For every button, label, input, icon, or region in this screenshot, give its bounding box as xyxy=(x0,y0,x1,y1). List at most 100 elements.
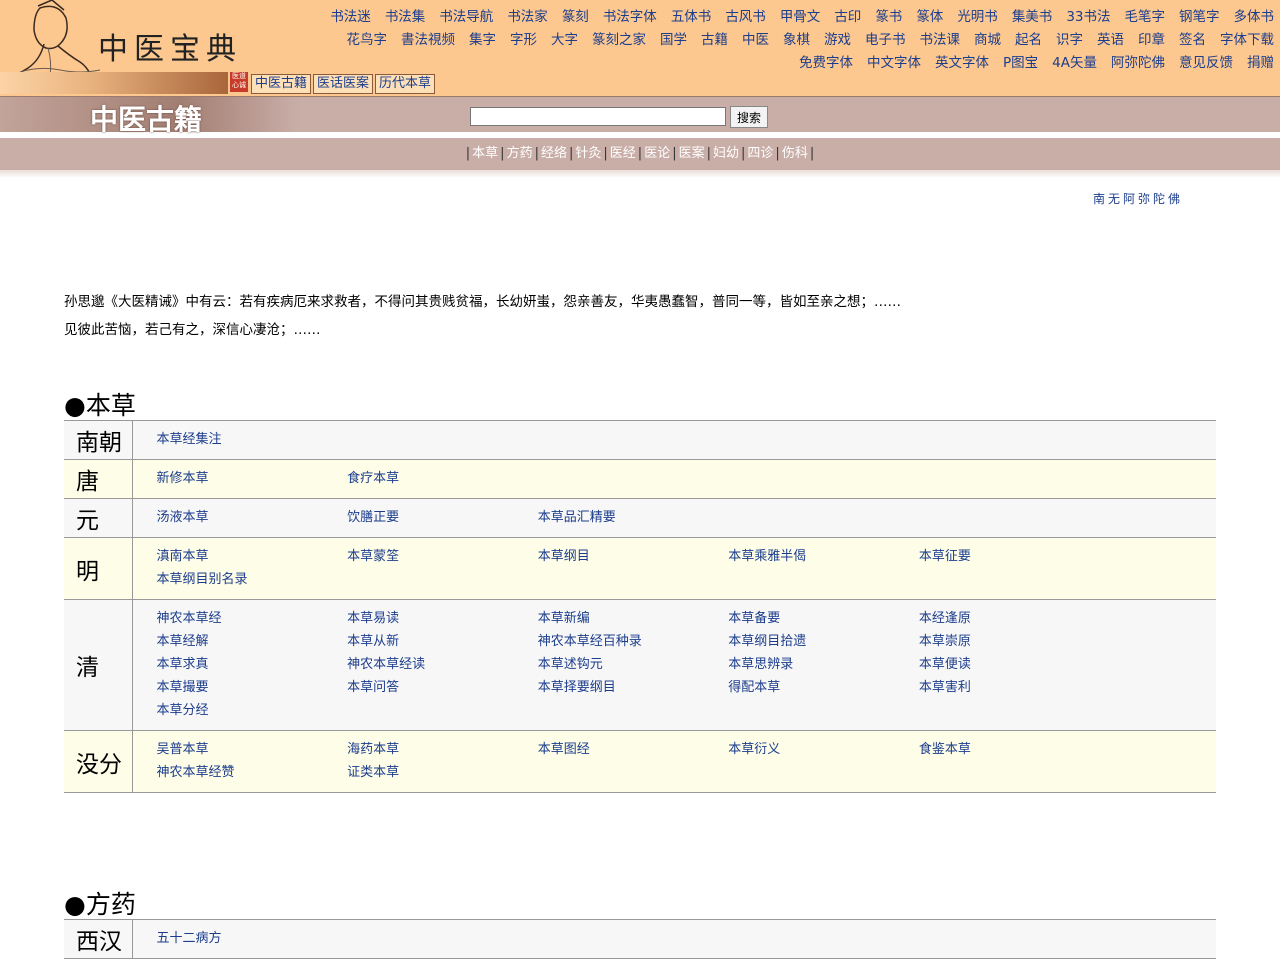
top-nav-link[interactable]: 印章 xyxy=(1138,32,1165,48)
book-link[interactable]: 本草经解 xyxy=(157,633,348,651)
book-link[interactable]: 本草择要纲目 xyxy=(538,679,729,697)
top-nav-link[interactable]: 光明书 xyxy=(957,9,998,25)
book-link[interactable]: 海药本草 xyxy=(347,741,538,759)
book-link[interactable]: 本草从新 xyxy=(347,633,538,651)
tab-zhongyi-guji[interactable]: 中医古籍 xyxy=(251,74,312,94)
top-nav-link[interactable]: 阿弥陀佛 xyxy=(1111,55,1165,71)
top-nav-link[interactable]: 古风书 xyxy=(725,9,766,25)
category-link[interactable]: 医论 xyxy=(644,146,670,161)
top-nav-link[interactable]: 集字 xyxy=(469,32,496,48)
book-link[interactable]: 本草易读 xyxy=(347,610,538,628)
book-link[interactable]: 本草乘雅半偈 xyxy=(728,548,919,566)
category-link[interactable]: 医案 xyxy=(679,146,705,161)
book-link[interactable]: 五十二病方 xyxy=(157,930,348,948)
top-nav-link[interactable]: 英语 xyxy=(1097,32,1124,48)
top-nav-link[interactable]: 中文字体 xyxy=(867,55,921,71)
book-link[interactable]: 饮膳正要 xyxy=(347,509,538,527)
book-link[interactable]: 滇南本草 xyxy=(157,548,348,566)
top-nav-link[interactable]: 書法視频 xyxy=(401,32,455,48)
top-nav-link[interactable]: 商城 xyxy=(974,32,1001,48)
book-link[interactable]: 本草新编 xyxy=(538,610,729,628)
category-link[interactable]: 本草 xyxy=(472,146,498,161)
top-nav-link[interactable]: 33书法 xyxy=(1066,9,1110,25)
book-link[interactable]: 本草撮要 xyxy=(157,679,348,697)
top-nav-link[interactable]: 4A矢量 xyxy=(1052,55,1097,71)
book-link[interactable]: 新修本草 xyxy=(157,470,348,488)
tab-lidai-bencao[interactable]: 历代本草 xyxy=(375,74,436,94)
category-link[interactable]: 医经 xyxy=(610,146,636,161)
top-nav-link[interactable]: 中医 xyxy=(742,32,769,48)
book-link[interactable]: 本草问答 xyxy=(347,679,538,697)
top-nav-link[interactable]: 毛笔字 xyxy=(1125,9,1166,25)
top-nav-link[interactable]: 免费字体 xyxy=(799,55,853,71)
book-link[interactable]: 本草备要 xyxy=(728,610,919,628)
category-link[interactable]: 经络 xyxy=(541,146,567,161)
book-link[interactable]: 本草图经 xyxy=(538,741,729,759)
book-link[interactable]: 神农本草经读 xyxy=(347,656,538,674)
top-nav-link[interactable]: 游戏 xyxy=(824,32,851,48)
top-nav-link[interactable]: 花鸟字 xyxy=(347,32,388,48)
top-nav-link[interactable]: 多体书 xyxy=(1234,9,1275,25)
tab-yihua-yian[interactable]: 医话医案 xyxy=(313,74,374,94)
top-nav-link[interactable]: P图宝 xyxy=(1003,55,1038,71)
top-nav-link[interactable]: 篆体 xyxy=(916,9,943,25)
book-link[interactable]: 得配本草 xyxy=(728,679,919,697)
top-nav-link[interactable]: 象棋 xyxy=(783,32,810,48)
top-nav-link[interactable]: 书法家 xyxy=(507,9,548,25)
book-link[interactable]: 本草述钩元 xyxy=(538,656,729,674)
book-link[interactable]: 本经逢原 xyxy=(919,610,1110,628)
category-link[interactable]: 伤科 xyxy=(782,146,808,161)
category-link[interactable]: 方药 xyxy=(507,146,533,161)
book-link[interactable]: 吴普本草 xyxy=(157,741,348,759)
book-link[interactable]: 本草纲目拾遗 xyxy=(728,633,919,651)
top-nav-link[interactable]: 字体下载 xyxy=(1220,32,1274,48)
top-nav-link[interactable]: 书法课 xyxy=(920,32,961,48)
top-nav-link[interactable]: 集美书 xyxy=(1012,9,1053,25)
book-link[interactable]: 本草分经 xyxy=(157,702,348,720)
top-nav-link[interactable]: 古籍 xyxy=(701,32,728,48)
book-link[interactable]: 本草征要 xyxy=(919,548,1110,566)
top-nav-link[interactable]: 书法字体 xyxy=(603,9,657,25)
book-link[interactable]: 本草害利 xyxy=(919,679,1110,697)
book-link[interactable]: 神农本草经 xyxy=(157,610,348,628)
category-link[interactable]: 妇幼 xyxy=(713,146,739,161)
top-nav-link[interactable]: 篆书 xyxy=(875,9,902,25)
book-link[interactable]: 本草便读 xyxy=(919,656,1110,674)
book-link[interactable]: 神农本草经百种录 xyxy=(538,633,729,651)
top-nav-link[interactable]: 篆刻 xyxy=(562,9,589,25)
top-nav-link[interactable]: 电子书 xyxy=(865,32,906,48)
book-link[interactable]: 食鉴本草 xyxy=(919,741,1110,759)
top-nav-link[interactable]: 甲骨文 xyxy=(780,9,821,25)
top-nav-link[interactable]: 书法集 xyxy=(385,9,426,25)
book-link[interactable]: 本草蒙筌 xyxy=(347,548,538,566)
top-nav-link[interactable]: 五体书 xyxy=(671,9,712,25)
book-link[interactable]: 证类本草 xyxy=(347,764,538,782)
top-nav-link[interactable]: 国学 xyxy=(660,32,687,48)
top-nav-link[interactable]: 书法迷 xyxy=(330,9,371,25)
book-link[interactable]: 本草纲目 xyxy=(538,548,729,566)
top-nav-link[interactable]: 识字 xyxy=(1056,32,1083,48)
book-link[interactable]: 汤液本草 xyxy=(157,509,348,527)
book-link[interactable]: 本草纲目别名录 xyxy=(157,571,348,589)
book-link[interactable]: 本草经集注 xyxy=(157,431,348,449)
book-link[interactable]: 本草思辨录 xyxy=(728,656,919,674)
book-link[interactable]: 本草品汇精要 xyxy=(538,509,729,527)
book-link[interactable]: 神农本草经赞 xyxy=(157,764,348,782)
search-input[interactable] xyxy=(470,107,726,126)
book-link[interactable]: 本草衍义 xyxy=(728,741,919,759)
book-link[interactable]: 本草崇原 xyxy=(919,633,1110,651)
book-link[interactable]: 食疗本草 xyxy=(347,470,538,488)
top-nav-link[interactable]: 签名 xyxy=(1179,32,1206,48)
top-nav-link[interactable]: 钢笔字 xyxy=(1179,9,1220,25)
book-link[interactable]: 本草求真 xyxy=(157,656,348,674)
top-nav-link[interactable]: 书法导航 xyxy=(439,9,493,25)
top-nav-link[interactable]: 捐赠 xyxy=(1247,55,1274,71)
category-link[interactable]: 四诊 xyxy=(747,146,773,161)
top-nav-link[interactable]: 古印 xyxy=(834,9,861,25)
category-link[interactable]: 针灸 xyxy=(575,146,601,161)
namo-link[interactable]: 南无阿弥陀佛 xyxy=(1093,190,1183,207)
top-nav-link[interactable]: 字形 xyxy=(510,32,537,48)
search-button[interactable]: 搜索 xyxy=(730,106,769,128)
top-nav-link[interactable]: 起名 xyxy=(1015,32,1042,48)
top-nav-link[interactable]: 英文字体 xyxy=(935,55,989,71)
